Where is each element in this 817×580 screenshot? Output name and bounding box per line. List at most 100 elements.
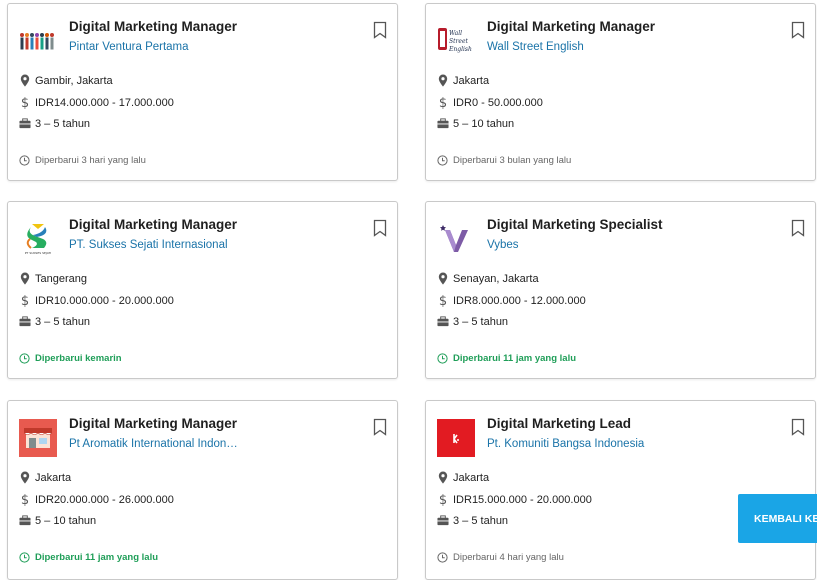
bookmark-icon[interactable] <box>791 418 805 436</box>
job-title[interactable]: Digital Marketing Manager <box>69 217 237 232</box>
company-logo <box>437 220 475 258</box>
svg-text:$: $ <box>21 294 29 307</box>
job-experience: 5 – 10 tahun <box>437 117 514 130</box>
job-card[interactable]: Digital Marketing Manager Pintar Ventura… <box>7 3 398 181</box>
people-group-icon <box>20 33 54 50</box>
svg-text:PT SUKSES SEJATI: PT SUKSES SEJATI <box>25 251 52 255</box>
salary-text: IDR0 - 50.000.000 <box>453 96 543 109</box>
updated-info: Diperbarui 4 hari yang lalu <box>437 552 564 563</box>
job-location: Jakarta <box>19 471 71 484</box>
experience-text: 5 – 10 tahun <box>35 514 97 527</box>
location-text: Tangerang <box>35 272 87 285</box>
job-title[interactable]: Digital Marketing Manager <box>69 19 237 34</box>
job-location: Jakarta <box>437 471 489 484</box>
back-to-top-button[interactable]: KEMBALI KE <box>738 494 817 543</box>
dollar-icon: $ <box>437 96 449 109</box>
komuniti-icon <box>437 419 475 457</box>
updated-info: Diperbarui 11 jam yang lalu <box>19 552 158 563</box>
briefcase-icon <box>437 514 449 527</box>
svg-text:Street: Street <box>449 38 468 45</box>
bookmark-icon[interactable] <box>791 219 805 237</box>
job-experience: 3 – 5 tahun <box>437 315 508 328</box>
company-name[interactable]: PT. Sukses Sejati Internasional <box>69 239 239 251</box>
vybes-icon <box>440 225 468 252</box>
updated-info: Diperbarui 11 jam yang lalu <box>437 353 576 364</box>
company-name[interactable]: Pintar Ventura Pertama <box>69 41 239 53</box>
location-pin-icon <box>437 272 449 285</box>
updated-text: Diperbarui kemarin <box>35 353 122 364</box>
dollar-icon: $ <box>19 493 31 506</box>
svg-text:English: English <box>448 46 472 53</box>
job-experience: 3 – 5 tahun <box>437 514 508 527</box>
salary-text: IDR8.000.000 - 12.000.000 <box>453 294 586 307</box>
job-salary: $ IDR0 - 50.000.000 <box>437 96 543 109</box>
salary-text: IDR15.000.000 - 20.000.000 <box>453 493 592 506</box>
svg-text:$: $ <box>439 96 447 109</box>
storefront-icon <box>19 419 57 457</box>
job-card[interactable]: Digital Marketing Manager Pt Aromatik In… <box>7 400 398 580</box>
sukses-sejati-icon: PT SUKSES SEJATI <box>25 224 52 255</box>
experience-text: 3 – 5 tahun <box>35 117 91 130</box>
salary-text: IDR20.000.000 - 26.000.000 <box>35 493 174 506</box>
job-salary: $ IDR15.000.000 - 20.000.000 <box>437 493 592 506</box>
bookmark-icon[interactable] <box>373 219 387 237</box>
bookmark-icon[interactable] <box>373 418 387 436</box>
location-text: Jakarta <box>453 74 490 87</box>
clock-icon <box>19 353 30 364</box>
briefcase-icon <box>19 514 31 527</box>
svg-text:$: $ <box>21 96 29 109</box>
briefcase-icon <box>19 315 31 328</box>
svg-text:$: $ <box>21 493 29 506</box>
updated-text: Diperbarui 11 jam yang lalu <box>35 552 159 563</box>
updated-text: Diperbarui 4 hari yang lalu <box>453 552 564 563</box>
briefcase-icon <box>19 117 31 130</box>
job-title[interactable]: Digital Marketing Manager <box>487 19 655 34</box>
updated-info: Diperbarui 3 bulan yang lalu <box>437 155 571 166</box>
experience-text: 3 – 5 tahun <box>35 315 91 328</box>
location-pin-icon <box>19 272 31 285</box>
company-name[interactable]: Pt. Komuniti Bangsa Indonesia <box>487 438 657 450</box>
job-salary: $ IDR14.000.000 - 17.000.000 <box>19 96 174 109</box>
clock-icon <box>19 155 30 166</box>
experience-text: 3 – 5 tahun <box>453 514 509 527</box>
company-name[interactable]: Vybes <box>487 239 657 251</box>
updated-text: Diperbarui 11 jam yang lalu <box>453 353 577 364</box>
location-text: Senayan, Jakarta <box>453 272 539 285</box>
job-location: Tangerang <box>19 272 87 285</box>
job-experience: 5 – 10 tahun <box>19 514 96 527</box>
location-pin-icon <box>19 471 31 484</box>
updated-text: Diperbarui 3 bulan yang lalu <box>453 155 572 166</box>
job-salary: $ IDR8.000.000 - 12.000.000 <box>437 294 586 307</box>
dollar-icon: $ <box>437 294 449 307</box>
bookmark-icon[interactable] <box>791 21 805 39</box>
company-logo <box>19 419 57 457</box>
wall-street-english-icon: Wall Street English <box>438 28 472 53</box>
job-title[interactable]: Digital Marketing Lead <box>487 416 631 431</box>
job-card[interactable]: Digital Marketing Lead Pt. Komuniti Bang… <box>425 400 816 580</box>
company-name[interactable]: Pt Aromatik International Indonesia <box>69 438 239 450</box>
salary-text: IDR10.000.000 - 20.000.000 <box>35 294 174 307</box>
job-card[interactable]: Digital Marketing Specialist Vybes Senay… <box>425 201 816 379</box>
dollar-icon: $ <box>19 96 31 109</box>
company-name[interactable]: Wall Street English <box>487 41 657 53</box>
dollar-icon: $ <box>19 294 31 307</box>
job-title[interactable]: Digital Marketing Specialist <box>487 217 663 232</box>
job-experience: 3 – 5 tahun <box>19 315 90 328</box>
job-card[interactable]: Wall Street English Digital Marketing Ma… <box>425 3 816 181</box>
svg-text:$: $ <box>439 294 447 307</box>
job-location: Jakarta <box>437 74 489 87</box>
bookmark-icon[interactable] <box>373 21 387 39</box>
updated-info: Diperbarui 3 hari yang lalu <box>19 155 146 166</box>
location-text: Jakarta <box>453 471 490 484</box>
experience-text: 3 – 5 tahun <box>453 315 509 328</box>
job-title[interactable]: Digital Marketing Manager <box>69 416 237 431</box>
company-logo <box>19 22 57 60</box>
job-card[interactable]: PT SUKSES SEJATI Digital Marketing Manag… <box>7 201 398 379</box>
updated-text: Diperbarui 3 hari yang lalu <box>35 155 146 166</box>
job-salary: $ IDR20.000.000 - 26.000.000 <box>19 493 174 506</box>
updated-info: Diperbarui kemarin <box>19 353 122 364</box>
clock-icon <box>437 353 448 364</box>
company-logo: Wall Street English <box>437 22 475 60</box>
svg-text:$: $ <box>439 493 447 506</box>
clock-icon <box>437 155 448 166</box>
